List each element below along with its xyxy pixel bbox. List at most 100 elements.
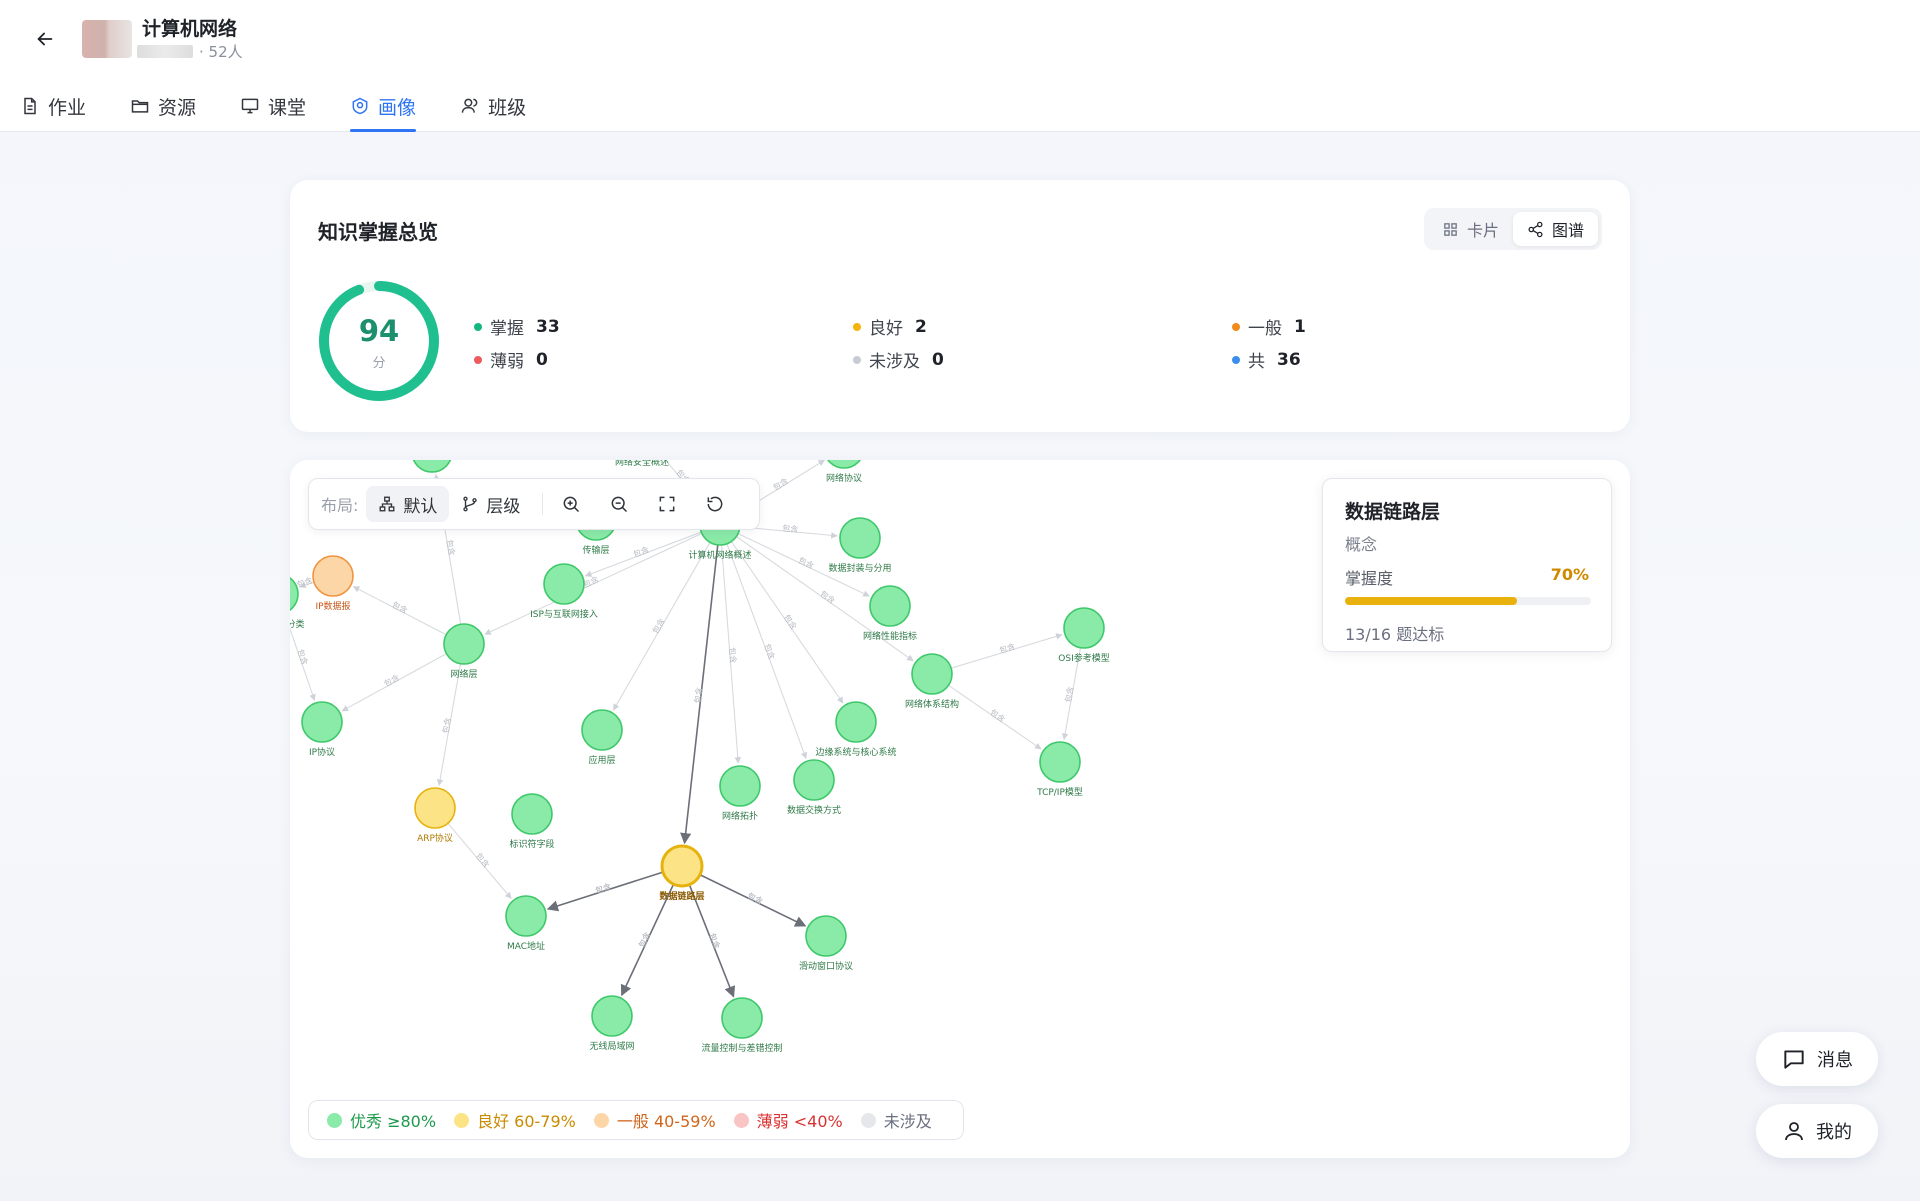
graph-node[interactable]: 网络拓扑 [719, 765, 761, 822]
graph-node-circle[interactable] [869, 585, 911, 627]
tab-resources[interactable]: 资源 [130, 90, 196, 122]
graph-node-circle[interactable] [443, 623, 485, 665]
legend-swatch [454, 1112, 470, 1128]
stat-dot [853, 355, 861, 364]
graph-node[interactable]: 标识符字段 [509, 793, 555, 850]
graph-edge-label: 包含 [727, 647, 738, 664]
stat-mastered: 掌握 33 [474, 314, 560, 339]
graph-node-label: MAC地址 [507, 940, 545, 952]
graph-node-circle[interactable] [719, 765, 761, 807]
graph-node-circle[interactable] [824, 460, 864, 469]
graph-node-circle[interactable] [301, 701, 343, 743]
zoom-in-button[interactable] [553, 486, 589, 522]
tab-portrait[interactable]: 画像 [350, 90, 417, 132]
course-meta: · 52人 [137, 41, 243, 62]
graph-node-circle[interactable] [543, 563, 585, 605]
graph-node-circle[interactable] [412, 460, 452, 473]
layout-level-button[interactable]: 层级 [449, 486, 532, 522]
graph-edge-label: 包含 [474, 851, 492, 870]
view-switch: 卡片 图谱 [1423, 208, 1602, 250]
profile-label: 我的 [1816, 1122, 1852, 1143]
graph-node[interactable]: 数据链路层 [659, 844, 705, 902]
stat-dot [474, 355, 482, 364]
users-icon [461, 98, 478, 113]
graph-node-label: 网络体系结构 [905, 698, 959, 710]
back-button[interactable] [30, 24, 60, 54]
tab-homework[interactable]: 作业 [20, 90, 86, 122]
graph-node-circle[interactable] [721, 997, 763, 1039]
card-view-label: 卡片 [1466, 221, 1499, 240]
graph-node[interactable]: 应用层 [581, 709, 623, 766]
graph-node[interactable]: 网络协议 [824, 460, 864, 484]
tab-label: 资源 [158, 96, 197, 119]
graph-node-circle[interactable] [1063, 607, 1105, 649]
card-view-button[interactable]: 卡片 [1428, 212, 1513, 246]
graph-node[interactable]: 流量控制与差错控制 [701, 997, 783, 1054]
graph-node-label: 流量控制与差错控制 [701, 1042, 782, 1054]
layout-default-button[interactable]: 默认 [366, 486, 450, 522]
tab-label: 画像 [378, 96, 417, 119]
graph-node[interactable]: 网络体系结构 [905, 653, 959, 710]
profile-button[interactable]: 我的 [1756, 1104, 1878, 1158]
graph-node-circle[interactable] [505, 895, 547, 937]
graph-view-button[interactable]: 图谱 [1512, 212, 1598, 246]
graph-node-circle[interactable] [312, 555, 354, 597]
graph-edge-label: 包含 [296, 648, 311, 666]
detail-title: 数据链路层 [1345, 501, 1441, 523]
zoom-out-button[interactable] [601, 486, 637, 522]
graph-node-circle[interactable] [511, 793, 553, 835]
graph-node[interactable]: 网络安全概述 [615, 460, 669, 468]
graph-node[interactable] [412, 460, 452, 473]
tab-class[interactable]: 班级 [460, 90, 526, 122]
reset-button[interactable] [697, 486, 733, 522]
graph-node-label: ISP与互联网接入 [530, 608, 598, 620]
detail-type: 概念 [1345, 535, 1378, 554]
graph-node-circle[interactable] [805, 915, 847, 957]
graph-node-circle[interactable] [1039, 741, 1081, 783]
stat-label: 一般 [1248, 319, 1282, 339]
graph-node[interactable]: 网络性能指标 [863, 585, 917, 642]
graph-node[interactable]: IP协议 [301, 701, 343, 758]
graph-node[interactable]: 无线局域网 [589, 995, 635, 1052]
graph-node-circle[interactable] [414, 787, 456, 829]
fit-view-button[interactable] [649, 486, 685, 522]
graph-node-label: IP协议 [309, 746, 335, 758]
graph-node[interactable]: ISP与互联网接入 [530, 563, 598, 620]
node-detail-panel: 数据链路层 概念 掌握度 70% 13/16 题达标 [1322, 478, 1612, 652]
graph-node-circle[interactable] [835, 701, 877, 743]
graph-node[interactable]: IP数据报 [312, 555, 354, 612]
graph-node[interactable]: 边缘系统与核心系统 [815, 701, 897, 758]
tab-classroom[interactable]: 课堂 [240, 90, 306, 122]
stat-weak: 薄弱 0 [474, 347, 548, 372]
graph-node[interactable]: 数据封装与分用 [828, 517, 892, 574]
graph-node-circle[interactable] [793, 759, 835, 801]
stat-label: 掌握 [490, 319, 524, 339]
legend-fair: 一般 40-59% [593, 1108, 716, 1132]
mastery-overview-card: 知识掌握总览 卡片 图谱 94 分 掌握 33 薄弱 0 良好 2 未涉及 0 [290, 180, 1630, 432]
graph-node[interactable]: ARP协议 [414, 787, 456, 844]
graph-node-circle[interactable] [591, 995, 633, 1037]
graph-node-label: 标识符字段 [509, 838, 554, 850]
graph-node[interactable]: 网络层 [443, 623, 485, 680]
messages-button[interactable]: 消息 [1756, 1032, 1878, 1086]
graph-node-label: 边缘系统与核心系统 [815, 746, 896, 758]
graph-node[interactable]: 滑动窗口协议 [799, 915, 853, 972]
graph-node-label: 传输层 [582, 544, 609, 556]
graph-node-circle[interactable] [581, 709, 623, 751]
graph-node-circle[interactable] [660, 844, 704, 888]
stat-value: 2 [915, 316, 927, 337]
member-count: · 52人 [199, 43, 243, 61]
stat-label: 薄弱 [490, 352, 524, 372]
stat-untouched: 未涉及 0 [853, 347, 944, 372]
graph-node[interactable]: MAC地址 [505, 895, 547, 952]
graph-node[interactable]: TCP/IP模型 [1036, 741, 1083, 798]
graph-node[interactable]: 数据交换方式 [787, 759, 841, 816]
legend-weak: 薄弱 <40% [733, 1108, 843, 1132]
layout-default-label: 默认 [403, 496, 438, 517]
legend-swatch [593, 1112, 609, 1128]
graph-node-circle[interactable] [839, 517, 881, 559]
zoom-in-icon [563, 496, 580, 513]
legend-label: 一般 40-59% [616, 1112, 716, 1131]
graph-node-circle[interactable] [911, 653, 953, 695]
graph-node[interactable]: OSI参考模型 [1058, 607, 1110, 664]
